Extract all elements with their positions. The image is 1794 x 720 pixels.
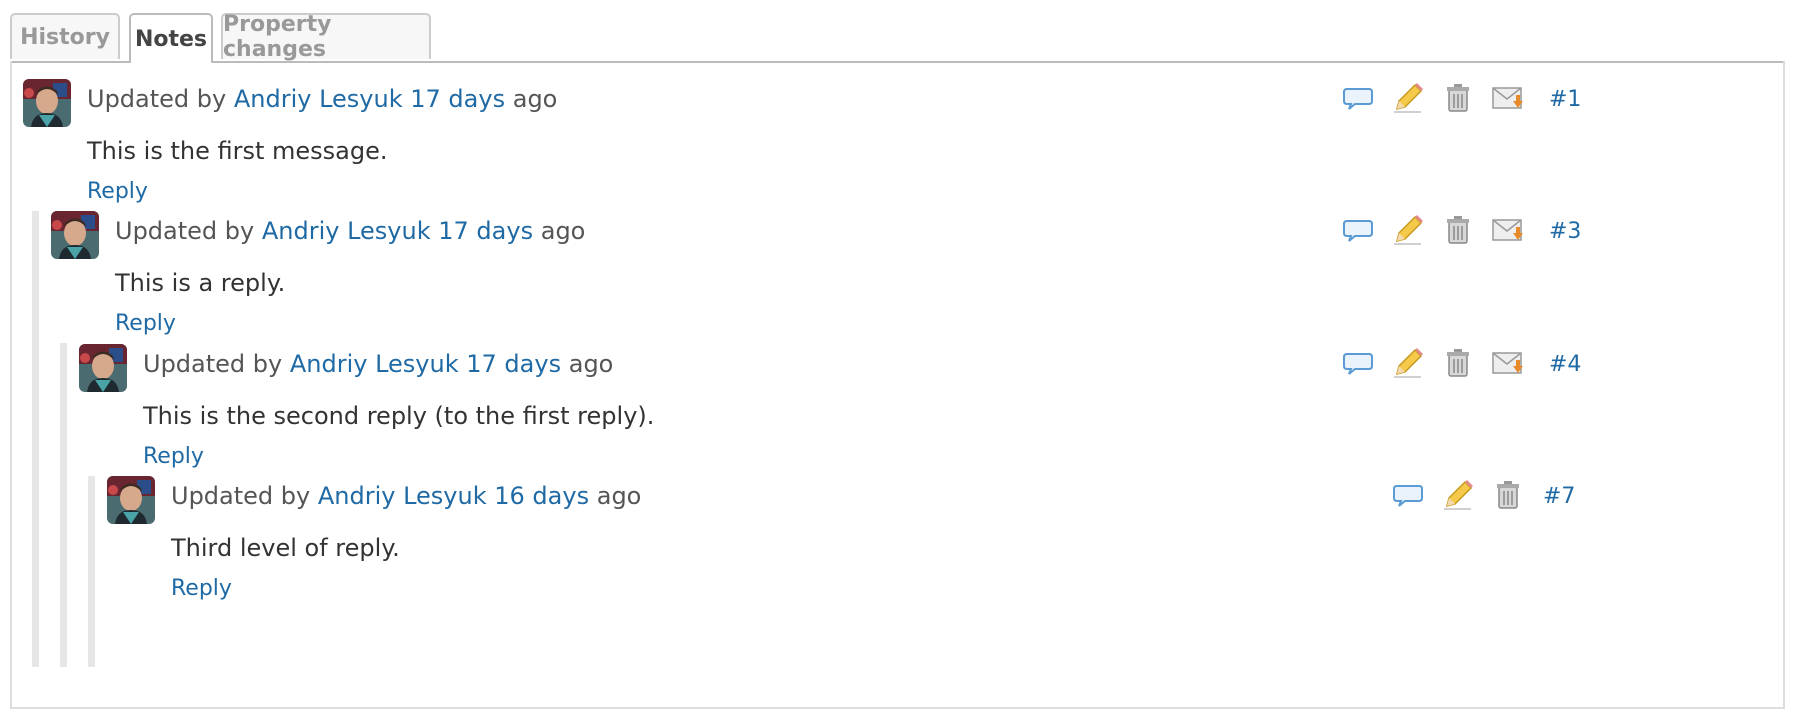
reply-link[interactable]: Reply [115, 311, 176, 336]
note-number[interactable]: #1 [1549, 87, 1581, 112]
note-prefix: Updated by [171, 482, 311, 510]
note-prefix: Updated by [87, 85, 227, 113]
note-age-link[interactable]: 16 days [494, 482, 589, 510]
trash-icon [1447, 84, 1469, 112]
speech-bubble-icon [1343, 88, 1373, 110]
note-number[interactable]: #3 [1549, 219, 1581, 244]
edit-button[interactable] [1391, 213, 1427, 249]
note-header: Updated by Andriy Lesyuk 17 days ago [143, 350, 613, 378]
tab-property-changes[interactable]: Property changes [221, 12, 431, 62]
avatar-image [107, 476, 155, 524]
tab-history[interactable]: History [10, 13, 120, 59]
note-item: Updated by Andriy Lesyuk 17 days ago Thi… [51, 211, 1773, 341]
email-button[interactable] [1491, 81, 1533, 117]
note-number[interactable]: #7 [1543, 484, 1575, 509]
edit-button[interactable] [1391, 346, 1427, 382]
note-header: Updated by Andriy Lesyuk 17 days ago [87, 85, 557, 113]
note-item: Updated by Andriy Lesyuk 17 days ago Thi… [79, 344, 1773, 474]
author-link[interactable]: Andriy Lesyuk [234, 85, 403, 113]
note-item: Updated by Andriy Lesyuk 16 days ago Thi… [107, 476, 1773, 606]
avatar[interactable] [23, 79, 71, 127]
delete-button[interactable] [1491, 478, 1527, 514]
email-button[interactable] [1491, 346, 1533, 382]
note-prefix: Updated by [115, 217, 255, 245]
note-text: This is the first message. [87, 137, 388, 165]
thread-bar-level-3 [88, 476, 95, 667]
pencil-icon [1394, 215, 1423, 245]
tab-bar: History Notes Property changes [10, 12, 1783, 63]
reply-link[interactable]: Reply [143, 444, 204, 469]
email-button[interactable] [1491, 213, 1533, 249]
quote-button[interactable] [1341, 213, 1377, 249]
trash-icon [1447, 216, 1469, 244]
avatar[interactable] [51, 211, 99, 259]
email-icon [1492, 352, 1523, 374]
tab-notes[interactable]: Notes [129, 13, 213, 63]
note-header: Updated by Andriy Lesyuk 16 days ago [171, 482, 641, 510]
reply-link[interactable]: Reply [171, 576, 232, 601]
note-age-link[interactable]: 17 days [410, 85, 505, 113]
note-text: This is the second reply (to the first r… [143, 402, 655, 430]
author-link[interactable]: Andriy Lesyuk [290, 350, 459, 378]
delete-button[interactable] [1441, 81, 1477, 117]
note-actions: #3 [1341, 211, 1581, 251]
note-item: Updated by Andriy Lesyuk 17 days ago Thi… [23, 79, 1773, 209]
email-icon [1492, 219, 1523, 241]
edit-button[interactable] [1441, 478, 1477, 514]
issue-tabs-container: History Notes Property changes Updated b… [0, 0, 1794, 720]
note-actions: #1 [1341, 79, 1581, 119]
edit-button[interactable] [1391, 81, 1427, 117]
author-link[interactable]: Andriy Lesyuk [318, 482, 487, 510]
email-icon [1492, 87, 1523, 109]
delete-button[interactable] [1441, 346, 1477, 382]
speech-bubble-icon [1343, 353, 1373, 375]
delete-button[interactable] [1441, 213, 1477, 249]
thread-bar-level-1 [32, 211, 39, 667]
note-prefix: Updated by [143, 350, 283, 378]
pencil-icon [1394, 83, 1423, 113]
note-suffix: ago [596, 482, 642, 510]
note-suffix: ago [512, 85, 558, 113]
note-text: Third level of reply. [171, 534, 400, 562]
avatar[interactable] [107, 476, 155, 524]
note-header: Updated by Andriy Lesyuk 17 days ago [115, 217, 585, 245]
trash-icon [1497, 481, 1519, 509]
note-number[interactable]: #4 [1549, 352, 1581, 377]
pencil-icon [1394, 348, 1423, 378]
speech-bubble-icon [1343, 220, 1373, 242]
quote-button[interactable] [1341, 81, 1377, 117]
avatar-image [23, 79, 71, 127]
author-link[interactable]: Andriy Lesyuk [262, 217, 431, 245]
quote-button[interactable] [1391, 478, 1427, 514]
note-actions: #4 [1341, 344, 1581, 384]
thread-bar-level-2 [60, 343, 67, 667]
reply-link[interactable]: Reply [87, 179, 148, 204]
avatar-image [79, 344, 127, 392]
speech-bubble-icon [1393, 485, 1423, 507]
note-age-link[interactable]: 17 days [466, 350, 561, 378]
note-actions: #7 [1391, 476, 1575, 516]
pencil-icon [1444, 480, 1473, 510]
quote-button[interactable] [1341, 346, 1377, 382]
trash-icon [1447, 349, 1469, 377]
note-suffix: ago [568, 350, 614, 378]
note-suffix: ago [540, 217, 586, 245]
avatar[interactable] [79, 344, 127, 392]
note-text: This is a reply. [115, 269, 286, 297]
notes-panel: Updated by Andriy Lesyuk 17 days ago Thi… [10, 61, 1785, 709]
avatar-image [51, 211, 99, 259]
note-age-link[interactable]: 17 days [438, 217, 533, 245]
